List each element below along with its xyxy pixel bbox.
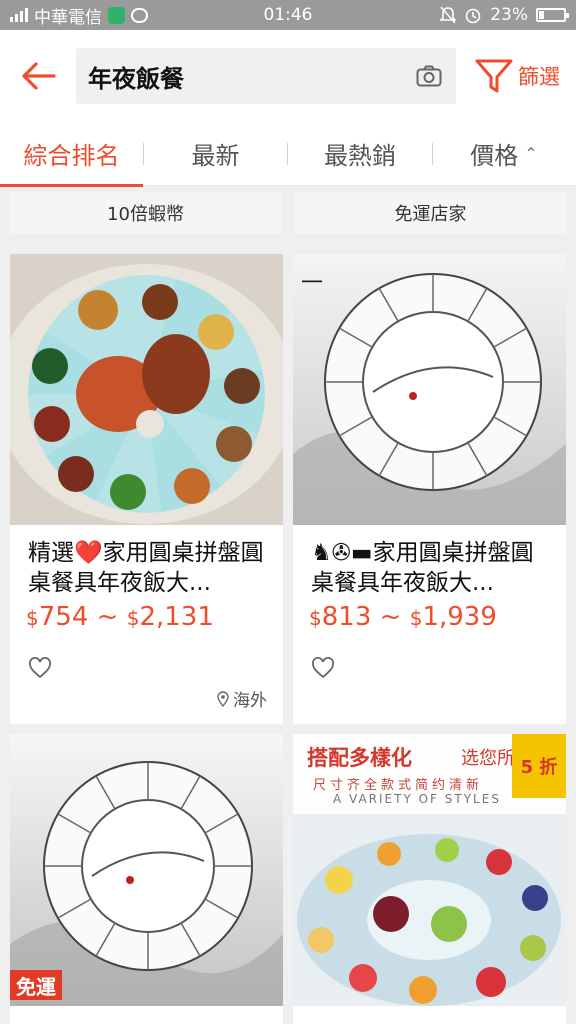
back-button[interactable]	[0, 30, 76, 122]
tab-relevance[interactable]: 綜合排名	[0, 122, 143, 187]
promo-subtitle: 选您所	[461, 748, 515, 769]
tab-label: 綜合排名	[23, 142, 120, 170]
product-card[interactable]: 免運	[10, 734, 283, 1024]
back-arrow-icon	[22, 62, 56, 90]
product-card[interactable]: 搭配多樣化 选您所 尺寸齐全款式简约清新 A VARIETY OF STYLES…	[293, 734, 566, 1024]
plate-set-image: 一	[293, 254, 566, 525]
status-bar: 中華電信 01:46 23%	[0, 0, 576, 30]
tab-label: 價格	[470, 142, 519, 170]
price-range: $754 ~ $2,131	[26, 602, 214, 632]
tab-label: 最熱銷	[324, 142, 396, 170]
discount-badge: 5 折	[512, 734, 566, 798]
product-card[interactable]: 精選❤️家用圓桌拼盤圓桌餐具年夜飯大... $754 ~ $2,131 海外	[10, 254, 283, 724]
ship-from-location: 海外	[217, 686, 267, 711]
promo-title: 搭配多樣化	[307, 746, 412, 770]
message-notification-icon	[131, 7, 148, 23]
filter-button[interactable]: 篩選	[474, 58, 560, 94]
sort-order-icon: ⌃	[524, 144, 538, 163]
promo-english-tagline: A VARIETY OF STYLES	[333, 792, 501, 806]
price-range: $813 ~ $1,939	[309, 602, 497, 632]
battery-percent: 23%	[490, 5, 528, 25]
chip-coins-10x[interactable]: 10倍蝦幣	[10, 192, 281, 234]
search-query-text[interactable]: 年夜飯餐	[88, 59, 414, 94]
plate-set-image	[10, 734, 283, 1006]
favorite-heart-icon[interactable]	[28, 657, 52, 679]
promo-tagline: 尺寸齐全款式简约清新	[313, 778, 484, 793]
quick-filter-chips: 10倍蝦幣 免運店家	[0, 188, 576, 240]
tab-latest[interactable]: 最新	[144, 122, 287, 186]
sort-tabs: 綜合排名 最新 最熱銷 價格 ⌃	[0, 122, 576, 187]
app-notification-icon	[108, 6, 125, 24]
free-shipping-badge: 免運	[10, 970, 62, 1000]
chip-free-shipping-stores[interactable]: 免運店家	[295, 192, 566, 234]
product-image[interactable]: 免運	[10, 734, 283, 1006]
chip-label: 10倍蝦幣	[107, 204, 184, 225]
location-pin-icon	[217, 690, 229, 707]
search-header: 年夜飯餐 篩選	[0, 30, 576, 122]
tab-top-sales[interactable]: 最熱銷	[288, 122, 432, 186]
product-image[interactable]: 搭配多樣化 选您所 尺寸齐全款式简约清新 A VARIETY OF STYLES…	[293, 734, 566, 1006]
product-card[interactable]: 一 ♞✇▬家用圓桌拼盤圓桌餐具年夜飯大... $813 ~ $1,939	[293, 254, 566, 724]
product-image[interactable]: 一	[293, 254, 566, 525]
product-title[interactable]: 精選❤️家用圓桌拼盤圓桌餐具年夜飯大...	[28, 538, 271, 598]
chip-label: 免運店家	[394, 204, 467, 225]
carrier-label: 中華電信	[34, 7, 102, 28]
search-input[interactable]: 年夜飯餐	[76, 48, 456, 104]
filter-label: 篩選	[518, 65, 560, 89]
filter-funnel-icon	[475, 59, 513, 93]
food-platter-image	[10, 254, 283, 525]
product-image[interactable]	[10, 254, 283, 525]
signal-icon	[10, 8, 28, 22]
svg-text:一: 一	[301, 271, 323, 296]
product-title[interactable]: ♞✇▬家用圓桌拼盤圓桌餐具年夜飯大...	[311, 538, 554, 598]
favorite-heart-icon[interactable]	[311, 657, 335, 679]
battery-icon	[536, 8, 569, 22]
tab-price[interactable]: 價格 ⌃	[433, 122, 575, 186]
camera-icon	[416, 65, 442, 87]
mute-icon	[440, 6, 457, 24]
tab-label: 最新	[191, 142, 240, 170]
image-search-button[interactable]	[414, 61, 444, 91]
alarm-icon	[465, 8, 481, 24]
